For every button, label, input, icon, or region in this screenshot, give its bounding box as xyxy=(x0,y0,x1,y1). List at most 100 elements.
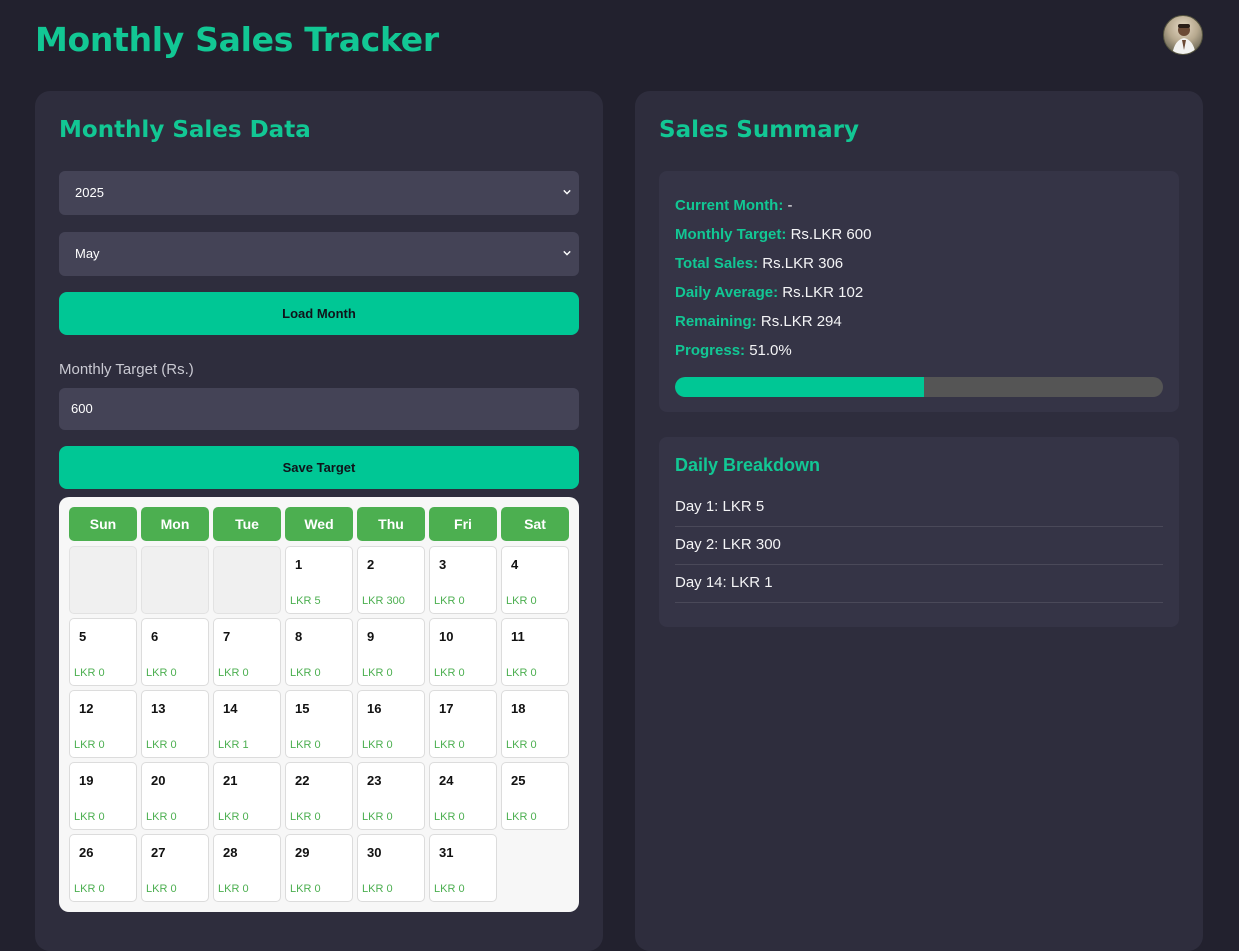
calendar-day[interactable]: 23 LKR 0 xyxy=(357,762,425,830)
day-number: 27 xyxy=(151,845,166,860)
calendar-day[interactable]: 11 LKR 0 xyxy=(501,618,569,686)
summary-label: Total Sales: xyxy=(675,255,759,272)
month-select[interactable]: May xyxy=(59,232,579,276)
year-select[interactable]: 2025 xyxy=(59,171,579,215)
summary-value: 51.0% xyxy=(749,342,792,359)
calendar-day[interactable]: 4 LKR 0 xyxy=(501,546,569,614)
progress-bar-fill xyxy=(675,377,924,397)
year-select-value: 2025 xyxy=(75,185,104,200)
calendar-day[interactable]: 27 LKR 0 xyxy=(141,834,209,902)
day-amount: LKR 0 xyxy=(362,883,393,895)
day-number: 4 xyxy=(511,557,519,572)
day-number: 20 xyxy=(151,773,166,788)
day-number: 23 xyxy=(367,773,382,788)
calendar-day[interactable]: 31 LKR 0 xyxy=(429,834,497,902)
calendar-day[interactable]: 18 LKR 0 xyxy=(501,690,569,758)
day-amount: LKR 1 xyxy=(218,739,249,751)
day-number: 18 xyxy=(511,701,526,716)
day-amount: LKR 0 xyxy=(74,739,105,751)
calendar-empty-cell xyxy=(213,546,281,614)
calendar-day[interactable]: 21 LKR 0 xyxy=(213,762,281,830)
daily-breakdown: Daily Breakdown Day 1: LKR 5 Day 2: LKR … xyxy=(659,437,1179,627)
calendar-day[interactable]: 13 LKR 0 xyxy=(141,690,209,758)
day-number: 13 xyxy=(151,701,166,716)
calendar-day[interactable]: 28 LKR 0 xyxy=(213,834,281,902)
day-amount: LKR 0 xyxy=(290,883,321,895)
day-number: 9 xyxy=(367,629,375,644)
summary-label: Monthly Target: xyxy=(675,226,787,243)
day-number: 22 xyxy=(295,773,310,788)
calendar-day[interactable]: 3 LKR 0 xyxy=(429,546,497,614)
calendar-day[interactable]: 10 LKR 0 xyxy=(429,618,497,686)
day-number: 11 xyxy=(511,629,525,644)
day-amount: LKR 0 xyxy=(74,883,105,895)
day-number: 2 xyxy=(367,557,375,572)
day-number: 3 xyxy=(439,557,447,572)
chevron-down-icon xyxy=(563,250,571,256)
calendar-empty-cell xyxy=(141,546,209,614)
calendar-day[interactable]: 19 LKR 0 xyxy=(69,762,137,830)
calendar-day[interactable]: 17 LKR 0 xyxy=(429,690,497,758)
day-number: 24 xyxy=(439,773,454,788)
day-amount: LKR 0 xyxy=(434,883,465,895)
calendar-day[interactable]: 8 LKR 0 xyxy=(285,618,353,686)
calendar-day[interactable]: 20 LKR 0 xyxy=(141,762,209,830)
day-amount: LKR 0 xyxy=(290,811,321,823)
calendar-day[interactable]: 30 LKR 0 xyxy=(357,834,425,902)
panel-title: Sales Summary xyxy=(659,117,859,143)
summary-value: Rs.LKR 600 xyxy=(790,226,872,243)
calendar-day[interactable]: 12 LKR 0 xyxy=(69,690,137,758)
calendar-day[interactable]: 22 LKR 0 xyxy=(285,762,353,830)
calendar-day[interactable]: 16 LKR 0 xyxy=(357,690,425,758)
calendar-day[interactable]: 5 LKR 0 xyxy=(69,618,137,686)
breakdown-item: Day 1: LKR 5 xyxy=(675,489,1163,527)
summary-row-monthly-target: Monthly Target: Rs.LKR 600 xyxy=(675,226,871,243)
calendar-day[interactable]: 24 LKR 0 xyxy=(429,762,497,830)
calendar-day[interactable]: 2 LKR 300 xyxy=(357,546,425,614)
day-amount: LKR 0 xyxy=(218,883,249,895)
summary-label: Current Month: xyxy=(675,197,784,214)
day-amount: LKR 0 xyxy=(362,739,393,751)
day-amount: LKR 0 xyxy=(506,811,537,823)
day-number: 5 xyxy=(79,629,87,644)
weekday-header: Tue xyxy=(213,507,281,541)
calendar-day[interactable]: 14 LKR 1 xyxy=(213,690,281,758)
day-amount: LKR 0 xyxy=(146,739,177,751)
day-number: 1 xyxy=(295,557,303,572)
weekday-header: Sun xyxy=(69,507,137,541)
summary-value: Rs.LKR 102 xyxy=(782,284,864,301)
calendar-day[interactable]: 6 LKR 0 xyxy=(141,618,209,686)
target-input[interactable]: 600 xyxy=(59,388,579,430)
sales-data-panel: Monthly Sales Data 2025 May Load Month M… xyxy=(35,91,603,951)
day-amount: LKR 0 xyxy=(362,667,393,679)
day-amount: LKR 300 xyxy=(362,595,405,607)
calendar-day[interactable]: 15 LKR 0 xyxy=(285,690,353,758)
calendar-day[interactable]: 26 LKR 0 xyxy=(69,834,137,902)
save-target-button[interactable]: Save Target xyxy=(59,446,579,489)
day-number: 10 xyxy=(439,629,454,644)
day-amount: LKR 5 xyxy=(290,595,321,607)
target-label: Monthly Target (Rs.) xyxy=(59,361,194,378)
day-amount: LKR 0 xyxy=(74,667,105,679)
day-amount: LKR 0 xyxy=(146,811,177,823)
calendar-day[interactable]: 7 LKR 0 xyxy=(213,618,281,686)
calendar-day[interactable]: 9 LKR 0 xyxy=(357,618,425,686)
calendar-empty-cell xyxy=(69,546,137,614)
weekday-header: Thu xyxy=(357,507,425,541)
avatar[interactable] xyxy=(1163,15,1203,55)
summary-label: Remaining: xyxy=(675,313,757,330)
day-amount: LKR 0 xyxy=(74,811,105,823)
app-title: Monthly Sales Tracker xyxy=(35,20,439,59)
day-amount: LKR 0 xyxy=(434,811,465,823)
day-number: 17 xyxy=(439,701,454,716)
day-amount: LKR 0 xyxy=(434,739,465,751)
calendar-day[interactable]: 29 LKR 0 xyxy=(285,834,353,902)
day-number: 12 xyxy=(79,701,94,716)
breakdown-item: Day 14: LKR 1 xyxy=(675,565,1163,603)
day-number: 25 xyxy=(511,773,526,788)
summary-label: Daily Average: xyxy=(675,284,779,301)
load-month-button[interactable]: Load Month xyxy=(59,292,579,335)
calendar-day[interactable]: 25 LKR 0 xyxy=(501,762,569,830)
day-number: 31 xyxy=(439,845,454,860)
calendar-day[interactable]: 1 LKR 5 xyxy=(285,546,353,614)
